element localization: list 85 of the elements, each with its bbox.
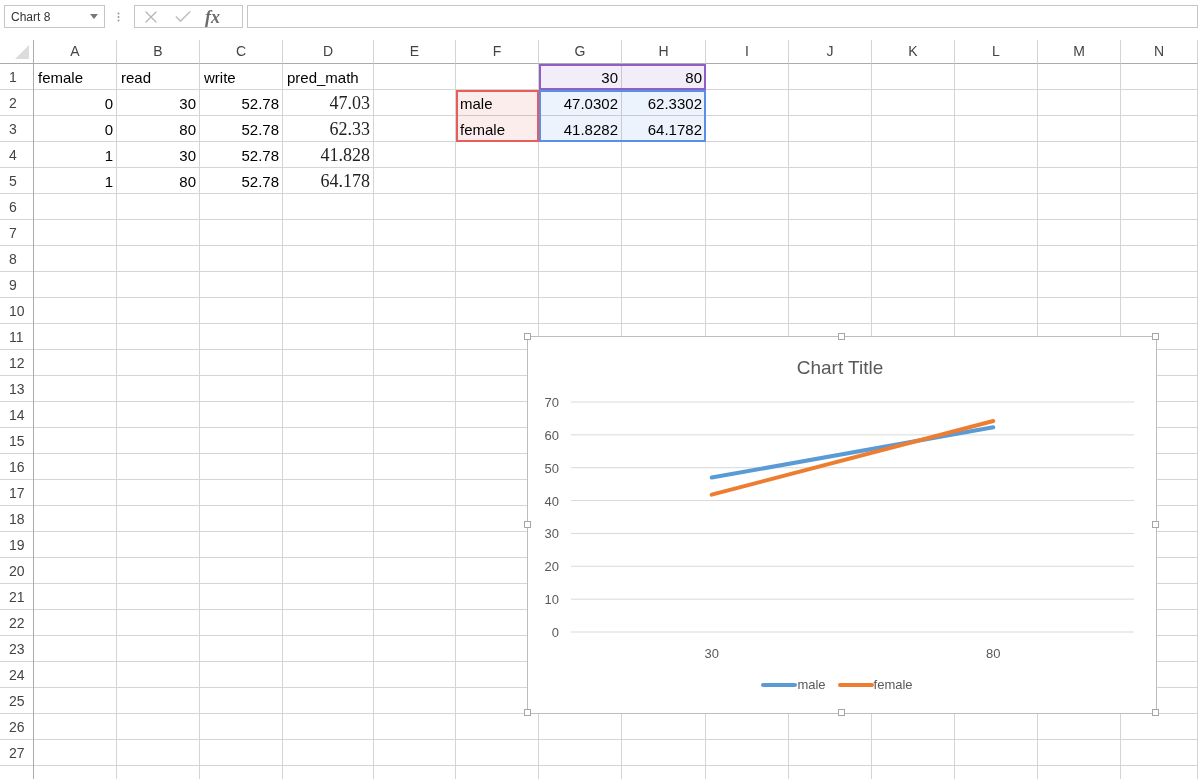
table-cell-text: 52.78 <box>240 94 280 114</box>
select-all-corner[interactable] <box>0 40 34 64</box>
table-cell: 30 <box>539 64 622 90</box>
axis-label: 60 <box>544 427 559 443</box>
table-cell-text: 80 <box>178 172 197 192</box>
table-cell: 80 <box>622 64 706 90</box>
table-cell-text: 47.03 <box>328 92 371 115</box>
legend-label: male <box>797 677 826 693</box>
row-header[interactable]: 9 <box>0 272 34 298</box>
row-header[interactable]: 13 <box>0 376 34 402</box>
resize-handle[interactable] <box>524 709 531 716</box>
row-header[interactable]: 27 <box>0 740 34 766</box>
table-cell-text: write <box>203 68 237 88</box>
table-cell: 62.3302 <box>622 90 706 116</box>
row-header[interactable]: 25 <box>0 688 34 714</box>
row-header[interactable]: 17 <box>0 480 34 506</box>
select-all-icon[interactable] <box>15 45 29 59</box>
row-header[interactable]: 12 <box>0 350 34 376</box>
name-box[interactable]: Chart 8 <box>4 5 105 28</box>
resize-handle[interactable] <box>1152 521 1159 528</box>
row-header[interactable]: 15 <box>0 428 34 454</box>
table-cell-text: 80 <box>178 120 197 140</box>
table-cell: 41.8282 <box>539 116 622 142</box>
row-header[interactable]: 22 <box>0 610 34 636</box>
row-header[interactable]: 6 <box>0 194 34 220</box>
table-cell-text: 62.33 <box>328 118 371 141</box>
insert-function-button[interactable]: fx <box>205 6 220 27</box>
table-cell-text: 52.78 <box>240 172 280 192</box>
table-cell: female <box>456 116 539 142</box>
grip-icon <box>117 12 120 22</box>
axis-label: 20 <box>544 559 559 575</box>
row-header[interactable]: 3 <box>0 116 34 142</box>
dropdown-icon <box>90 14 98 19</box>
legend-label: female <box>873 677 913 693</box>
table-cell-text: 52.78 <box>240 120 280 140</box>
row-header[interactable]: 21 <box>0 584 34 610</box>
row-header[interactable]: 26 <box>0 714 34 740</box>
table-cell-text: 0 <box>103 94 114 114</box>
axis-label: 30 <box>544 526 559 542</box>
resize-handle[interactable] <box>524 333 531 340</box>
row-header[interactable]: 24 <box>0 662 34 688</box>
axis-label: 30 <box>704 646 719 661</box>
table-cell-text: pred_math <box>286 68 360 88</box>
axis-label: 10 <box>544 592 559 608</box>
chart-title: Chart Title <box>796 357 884 378</box>
table-cell: male <box>456 90 539 116</box>
row-header[interactable]: 8 <box>0 246 34 272</box>
row-header[interactable]: 4 <box>0 142 34 168</box>
row-header[interactable]: 19 <box>0 532 34 558</box>
resize-handle[interactable] <box>1152 333 1159 340</box>
row-header[interactable]: 14 <box>0 402 34 428</box>
axis-label: 50 <box>544 460 559 476</box>
resize-handle[interactable] <box>838 709 845 716</box>
axis-label: 40 <box>544 493 559 509</box>
table-cell-text: 64.178 <box>319 170 371 193</box>
resize-handle[interactable] <box>524 521 531 528</box>
table-cell-text: 41.828 <box>319 144 371 167</box>
name-box-text: Chart 8 <box>11 8 51 26</box>
row-header[interactable]: 18 <box>0 506 34 532</box>
row-header[interactable]: 20 <box>0 558 34 584</box>
axis-label: 70 <box>544 395 559 410</box>
axis-label: 80 <box>986 646 1001 661</box>
table-cell-text: 1 <box>103 172 114 192</box>
row-header[interactable]: 1 <box>0 64 34 90</box>
resize-handle[interactable] <box>838 333 845 340</box>
row-header[interactable]: 10 <box>0 298 34 324</box>
resize-handle[interactable] <box>1152 709 1159 716</box>
table-cell: 47.0302 <box>539 90 622 116</box>
axis-label: 0 <box>551 625 559 640</box>
table-cell-text: 30 <box>178 146 197 166</box>
row-header[interactable]: 23 <box>0 636 34 662</box>
row-header[interactable]: 5 <box>0 168 34 194</box>
table-cell: 64.1782 <box>622 116 706 142</box>
row-header[interactable]: 11 <box>0 324 34 350</box>
row-header[interactable]: 2 <box>0 90 34 116</box>
line-chart[interactable]: Chart Title 0 10 20 30 40 50 60 70 30 80 male female <box>527 336 1157 714</box>
table-cell-text: 30 <box>178 94 197 114</box>
table-cell-text: female <box>37 68 85 88</box>
table-cell-text: 1 <box>103 146 114 166</box>
table-cell-text: 52.78 <box>240 146 280 166</box>
formula-field[interactable] <box>247 5 1198 28</box>
row-header[interactable]: 16 <box>0 454 34 480</box>
table-cell-text: 0 <box>103 120 114 140</box>
row-header[interactable]: 7 <box>0 220 34 246</box>
table-cell-text: read <box>120 68 153 88</box>
